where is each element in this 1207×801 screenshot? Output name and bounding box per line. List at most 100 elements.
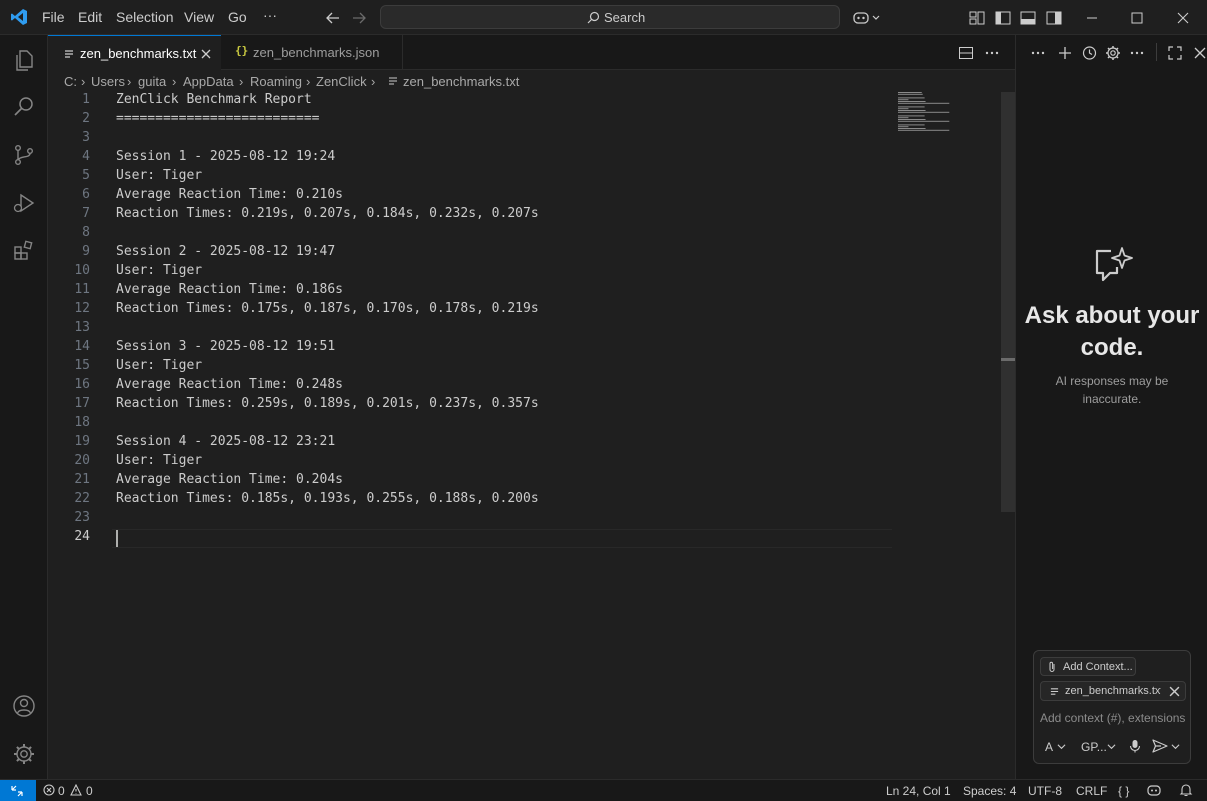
accounts-icon[interactable] [12,694,36,718]
back-arrow-icon[interactable] [324,9,342,27]
menu-go[interactable]: Go [228,9,247,25]
code-line[interactable]: Reaction Times: 0.175s, 0.187s, 0.170s, … [116,301,539,316]
copilot-status-icon[interactable] [1146,783,1162,797]
minimap-line [898,128,926,129]
breadcrumb-sep: › [172,74,177,89]
minimap[interactable] [898,92,998,152]
command-center-search[interactable]: Search [380,5,840,29]
send-icon[interactable] [1152,739,1168,753]
breadcrumb-roaming[interactable]: Roaming [250,74,302,89]
language-mode[interactable]: { } [1118,784,1129,798]
copilot-icon[interactable] [852,9,882,27]
code-line[interactable]: Reaction Times: 0.219s, 0.207s, 0.184s, … [116,206,539,221]
minimap-line [898,120,950,122]
code-line[interactable]: User: Tiger [116,358,202,373]
code-line[interactable]: Reaction Times: 0.185s, 0.193s, 0.255s, … [116,491,539,506]
indentation[interactable]: Spaces: 4 [963,784,1016,798]
encoding[interactable]: UTF-8 [1028,784,1062,798]
minimap-line [898,102,950,104]
code-line[interactable]: Session 4 - 2025-08-12 23:21 [116,434,335,449]
minimize-icon[interactable] [1083,9,1101,27]
remove-context-icon[interactable] [1169,686,1180,697]
chat-more-icon[interactable] [1030,45,1046,61]
error-count[interactable]: 0 [58,784,65,798]
breadcrumb-sep: › [81,74,86,89]
chat-prompt-input[interactable]: Add context (#), extensions [1040,711,1186,727]
maximize-panel-icon[interactable] [1167,45,1183,61]
cursor-position[interactable]: Ln 24, Col 1 [886,784,951,798]
breadcrumb-file[interactable]: zen_benchmarks.txt [403,74,519,89]
code-line[interactable]: Session 1 - 2025-08-12 19:24 [116,149,335,164]
context-file-chip[interactable]: zen_benchmarks.txt [1040,681,1186,701]
add-context-button[interactable]: Add Context... [1040,657,1136,676]
breadcrumb-drive[interactable]: C: [64,74,77,89]
manage-gear-icon[interactable] [12,742,36,766]
chevron-down-icon[interactable] [1107,742,1116,751]
breadcrumb: C: › Users › guita › AppData › Roaming ›… [48,70,1015,92]
code-line[interactable]: Session 3 - 2025-08-12 19:51 [116,339,335,354]
line-number: 17 [74,396,90,411]
toggle-primary-sidebar-icon[interactable] [994,9,1012,27]
split-editor-icon[interactable] [958,45,974,61]
code-line[interactable]: User: Tiger [116,263,202,278]
toggle-panel-icon[interactable] [1019,9,1037,27]
history-icon[interactable] [1081,45,1097,61]
chevron-down-icon[interactable] [1171,742,1180,751]
breadcrumb-guita[interactable]: guita [138,74,166,89]
close-panel-icon[interactable] [1192,45,1207,61]
menu-more[interactable]: ··· [263,7,277,23]
close-tab-icon[interactable] [201,49,211,59]
toggle-secondary-sidebar-icon[interactable] [1045,9,1063,27]
model-picker[interactable]: GP... [1081,740,1107,754]
breadcrumb-appdata[interactable]: AppData [183,74,234,89]
error-icon[interactable] [43,784,55,796]
warning-count[interactable]: 0 [86,784,93,798]
code-line[interactable]: Session 2 - 2025-08-12 19:47 [116,244,335,259]
vertical-scrollbar[interactable] [1001,92,1015,512]
search-view-icon[interactable] [12,95,36,119]
code-line[interactable]: Reaction Times: 0.259s, 0.189s, 0.201s, … [116,396,539,411]
warning-icon[interactable] [70,784,82,796]
chat-overflow-icon[interactable] [1129,45,1145,61]
code-line[interactable]: User: Tiger [116,453,202,468]
code-editor[interactable]: 1 2 3 4 5 6 7 8 9 10 11 12 13 14 15 16 17 18 19 20 21 22 23 24 … [48,92,1015,779]
microphone-icon[interactable] [1128,739,1142,753]
tab-zen-benchmarks-json[interactable]: {} zen_benchmarks.json [221,35,403,70]
menu-selection[interactable]: Selection [116,9,174,25]
maximize-icon[interactable] [1128,9,1146,27]
extensions-icon[interactable] [12,239,36,263]
minimap-line [898,99,909,101]
minimap-line [898,119,926,120]
more-actions-icon[interactable] [984,45,1000,61]
customize-layout-icon[interactable] [968,9,986,27]
source-control-icon[interactable] [12,143,36,167]
run-and-debug-icon[interactable] [12,191,36,215]
mode-picker[interactable]: A [1045,740,1053,754]
code-line[interactable]: Average Reaction Time: 0.186s [116,282,343,297]
breadcrumb-users[interactable]: Users [91,74,125,89]
menu-file[interactable]: File [42,9,65,25]
line-ending[interactable]: CRLF [1076,784,1107,798]
remote-indicator[interactable] [0,780,36,801]
notifications-bell-icon[interactable] [1179,783,1193,797]
vscode-logo-icon [11,9,27,25]
new-chat-plus-icon[interactable] [1057,45,1073,61]
code-line[interactable]: Average Reaction Time: 0.204s [116,472,343,487]
menu-view[interactable]: View [184,9,214,25]
search-icon [587,11,600,24]
chat-settings-gear-icon[interactable] [1105,45,1121,61]
code-line[interactable]: ZenClick Benchmark Report [116,92,312,107]
code-line[interactable]: Average Reaction Time: 0.248s [116,377,343,392]
menu-edit[interactable]: Edit [78,9,102,25]
breadcrumb-zenclick[interactable]: ZenClick [316,74,367,89]
forward-arrow-icon[interactable] [350,9,368,27]
explorer-icon[interactable] [12,48,36,72]
line-number: 11 [74,282,90,297]
minimap-line [898,126,909,128]
code-line[interactable]: Average Reaction Time: 0.210s [116,187,343,202]
code-line[interactable]: ========================== [116,111,320,126]
code-line[interactable]: User: Tiger [116,168,202,183]
chevron-down-icon[interactable] [1057,742,1066,751]
close-window-icon[interactable] [1174,9,1192,27]
tab-zen-benchmarks-txt[interactable]: zen_benchmarks.txt [48,35,221,70]
